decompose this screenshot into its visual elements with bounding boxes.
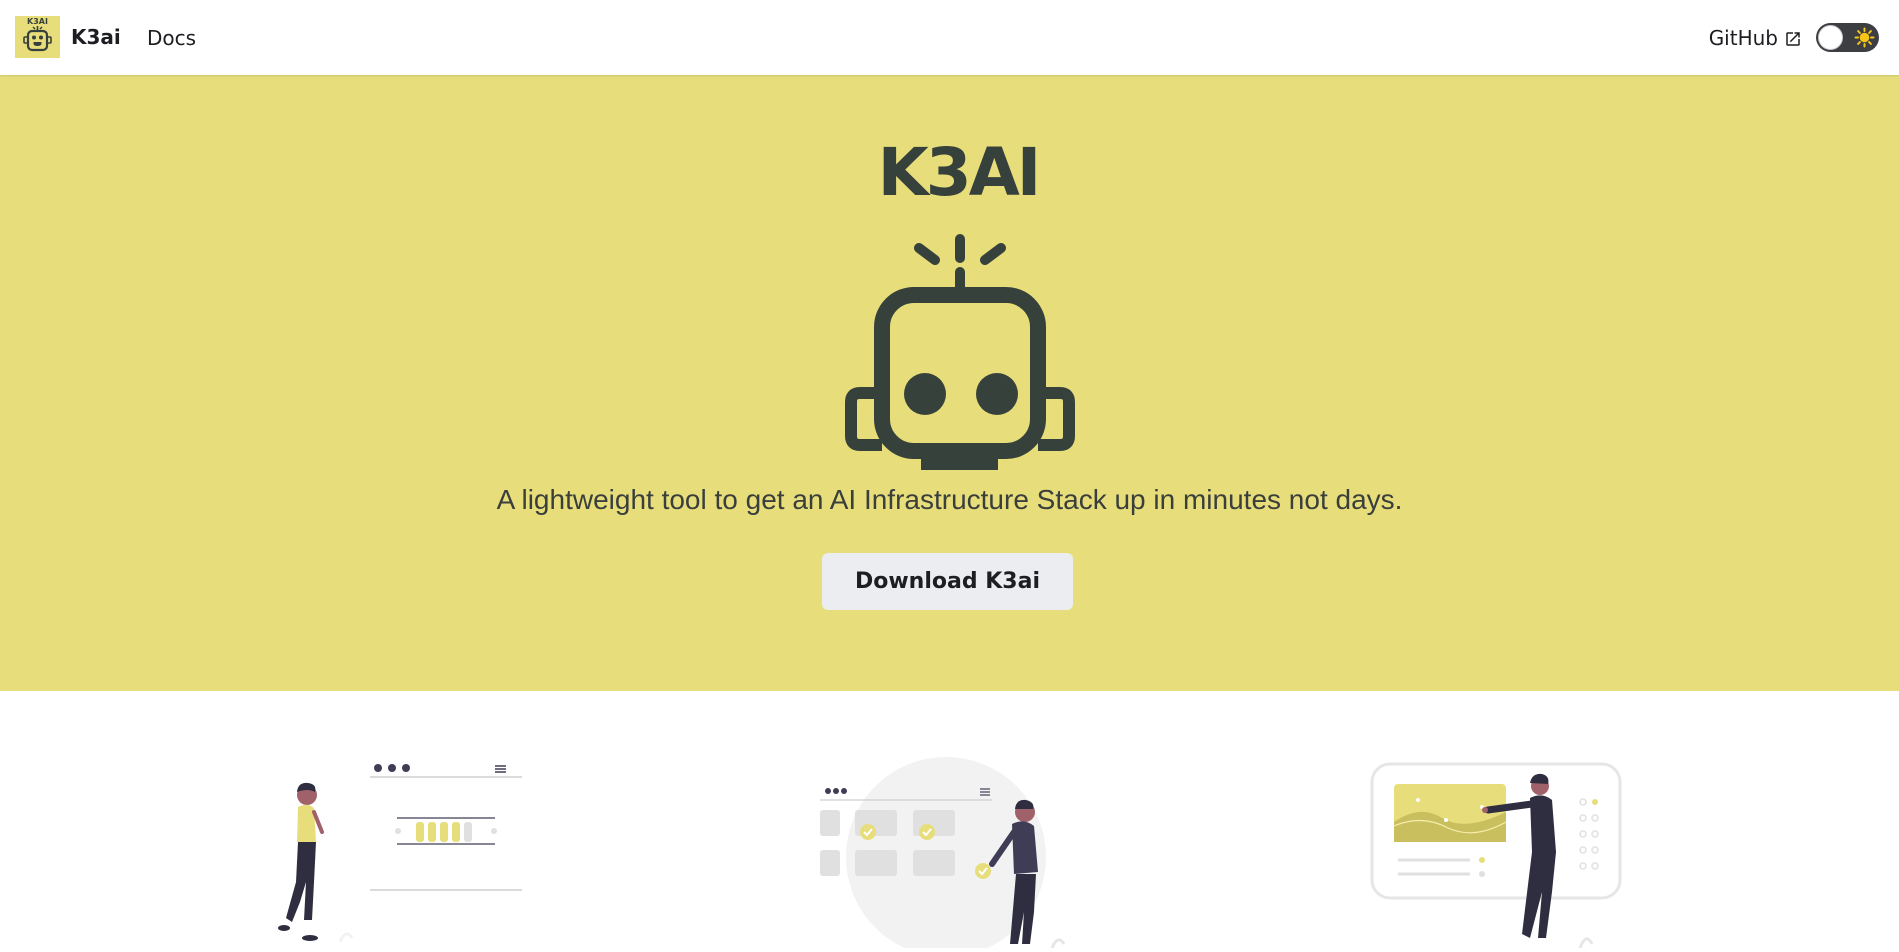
woman-with-dashboard-illustration xyxy=(270,752,532,948)
man-checking-tasks-illustration xyxy=(820,752,1082,952)
hero-tagline: A lightweight tool to get an AI Infrastr… xyxy=(496,484,1403,515)
sun-icon xyxy=(1854,27,1875,48)
toggle-knob xyxy=(1818,25,1843,50)
nav-link-github[interactable]: GitHub xyxy=(1709,26,1802,50)
svg-text:K3AI: K3AI xyxy=(27,17,48,26)
man-presenting-chart-illustration xyxy=(1370,752,1625,949)
nav-link-docs[interactable]: Docs xyxy=(147,26,196,50)
download-button[interactable]: Download K3ai xyxy=(822,553,1073,610)
external-link-icon xyxy=(1784,29,1802,47)
brand-logo-icon: K3AI xyxy=(15,16,60,58)
robot-logo-icon: K3AI xyxy=(803,140,1113,470)
brand-link[interactable]: K3AI K3ai xyxy=(15,16,121,58)
hero-banner: K3AI A lightweight tool to get an AI Inf… xyxy=(0,75,1899,691)
navbar: K3AI K3ai Docs GitHub xyxy=(0,0,1899,75)
brand-title: K3ai xyxy=(71,25,121,49)
dark-mode-toggle[interactable] xyxy=(1816,23,1879,52)
github-label: GitHub xyxy=(1708,26,1778,50)
